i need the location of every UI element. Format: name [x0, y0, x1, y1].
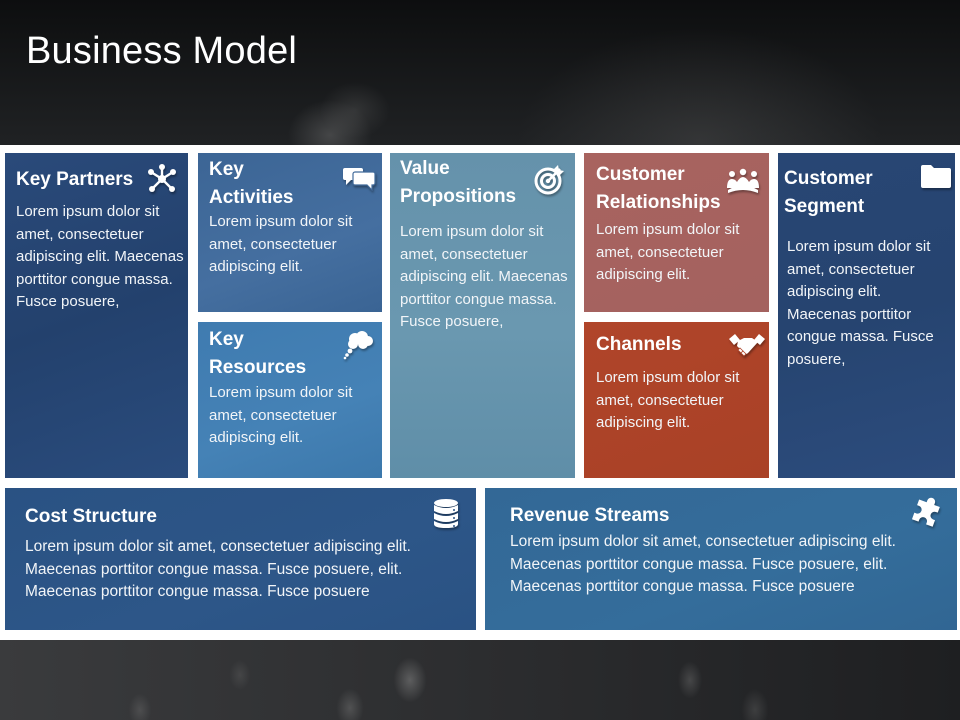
slide-footer-background	[0, 640, 960, 720]
card-title: Channels	[596, 334, 682, 355]
card-title: Cost Structure	[25, 506, 157, 527]
card-key-partners: Key Partners Lorem ipsum dolor sit amet,…	[5, 153, 188, 478]
card-revenue-streams: Revenue Streams Lorem ipsum dolor sit am…	[485, 488, 957, 630]
card-text: Lorem ipsum dolor sit amet, consectetuer…	[209, 213, 353, 275]
card-customer-relationships: Customer Relationships Lorem ipsum dolor…	[584, 153, 769, 312]
network-icon	[145, 162, 179, 196]
chat-bubbles-icon	[343, 165, 377, 191]
folder-icon	[920, 163, 952, 189]
thought-cloud-icon	[343, 330, 375, 360]
card-text: Lorem ipsum dolor sit amet, consectetuer…	[400, 223, 568, 330]
card-text: Lorem ipsum dolor sit amet, consectetuer…	[510, 533, 896, 595]
card-title: Customer Segment	[784, 168, 873, 217]
card-text: Lorem ipsum dolor sit amet, consectetuer…	[596, 369, 740, 431]
card-title: Customer Relationships	[596, 164, 721, 213]
card-value-propositions: Value Propositions Lorem ipsum dolor sit…	[390, 153, 575, 478]
target-icon	[533, 162, 567, 196]
card-text: Lorem ipsum dolor sit amet, consectetuer…	[596, 221, 740, 283]
slide-title: Business Model	[26, 30, 298, 72]
card-cost-structure: Cost Structure Lorem ipsum dolor sit ame…	[5, 488, 476, 630]
card-customer-segment: Customer Segment Lorem ipsum dolor sit a…	[778, 153, 955, 478]
card-title: Key Activities	[209, 159, 294, 208]
group-meeting-icon	[725, 166, 761, 196]
card-text: Lorem ipsum dolor sit amet, consectetuer…	[16, 203, 184, 310]
card-channels: Channels Lorem ipsum dolor sit amet, con…	[584, 322, 769, 478]
card-text: Lorem ipsum dolor sit amet, consectetuer…	[209, 384, 353, 446]
card-title: Key Resources	[209, 329, 307, 378]
card-title: Key Partners	[16, 169, 134, 190]
card-text: Lorem ipsum dolor sit amet, consectetuer…	[25, 538, 411, 600]
database-icon	[433, 498, 459, 530]
card-title: Revenue Streams	[510, 505, 670, 526]
handshake-icon	[728, 331, 766, 361]
card-title: Value Propositions	[400, 158, 517, 207]
puzzle-piece-icon	[910, 497, 944, 529]
card-key-resources: Key Resources Lorem ipsum dolor sit amet…	[198, 322, 382, 478]
card-key-activities: Key Activities Lorem ipsum dolor sit ame…	[198, 153, 382, 312]
card-text: Lorem ipsum dolor sit amet, consectetuer…	[787, 238, 934, 368]
slide-header: Business Model	[0, 0, 960, 145]
